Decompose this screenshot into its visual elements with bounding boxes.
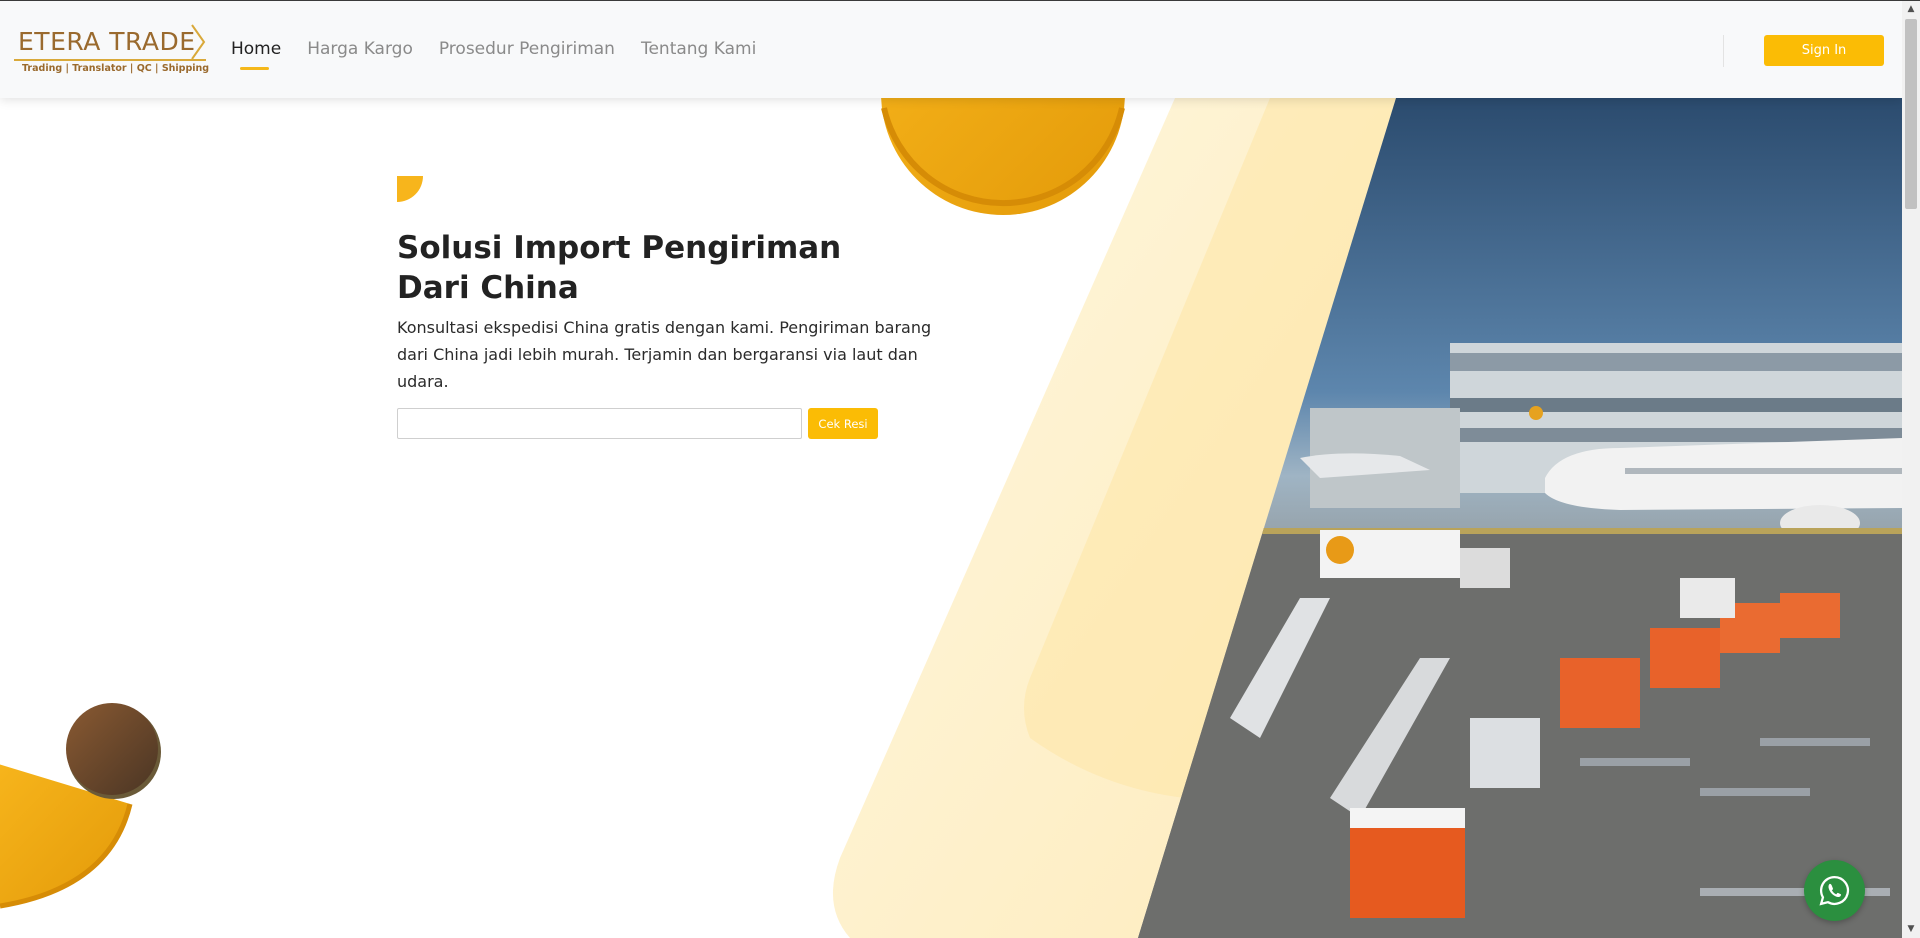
nav-item-prosedur-pengiriman[interactable]: Prosedur Pengiriman	[439, 39, 615, 59]
brand-tagline: Trading | Translator | QC | Shipping	[22, 63, 210, 74]
whatsapp-button[interactable]	[1804, 860, 1865, 921]
hero-description: Konsultasi ekspedisi China gratis dengan…	[397, 318, 932, 391]
whatsapp-icon	[1819, 875, 1850, 906]
brand-name: ETERA TRADE	[18, 27, 196, 56]
scrollbar-thumb[interactable]	[1905, 19, 1917, 209]
scroll-up-arrow-icon[interactable]: ▲	[1902, 1, 1920, 18]
navbar: ETERA TRADE Trading | Translator | QC | …	[0, 1, 1902, 98]
hero-background	[0, 98, 1902, 938]
brand-logo[interactable]: ETERA TRADE Trading | Translator | QC | …	[14, 24, 210, 77]
cek-resi-button[interactable]: Cek Resi	[808, 408, 878, 439]
nav-divider	[1723, 35, 1724, 67]
page-scrollbar[interactable]: ▲ ▼	[1902, 1, 1920, 938]
nav-item-tentang-kami[interactable]: Tentang Kami	[641, 39, 756, 59]
sign-in-button[interactable]: Sign In	[1764, 35, 1884, 66]
hero-title: Solusi Import Pengiriman Dari China	[397, 230, 842, 306]
hero-section: Solusi Import Pengiriman Dari China Kons…	[0, 98, 1902, 938]
logo-arrow-icon	[191, 24, 206, 60]
nav-item-harga-kargo[interactable]: Harga Kargo	[307, 39, 413, 59]
nav-item-home[interactable]: Home	[231, 39, 281, 70]
accent-quarter-shape	[397, 176, 423, 202]
window-top-border	[0, 0, 1920, 1]
main-nav: Home Harga Kargo Prosedur Pengiriman Ten…	[231, 39, 756, 70]
logo-underline	[14, 59, 206, 61]
scroll-down-arrow-icon[interactable]: ▼	[1902, 921, 1920, 938]
tracking-number-input[interactable]	[397, 408, 802, 439]
